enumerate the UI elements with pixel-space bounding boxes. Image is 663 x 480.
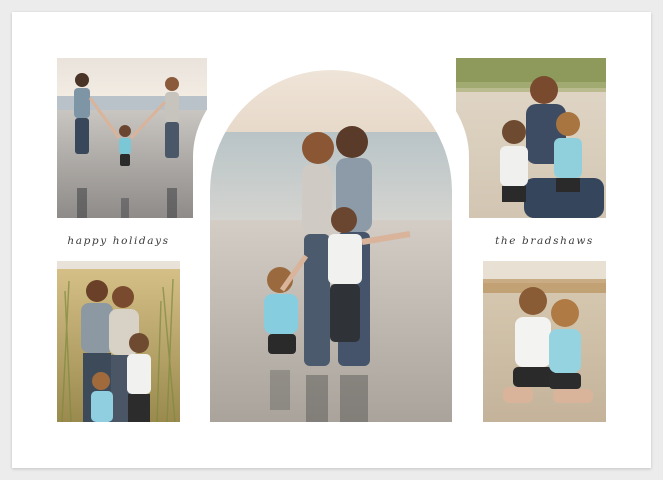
siblings-sand-photo bbox=[483, 261, 606, 422]
dune-grass-family-photo bbox=[57, 261, 180, 422]
caption-family-name: the bradshaws bbox=[495, 235, 594, 247]
kids-with-mom-photo bbox=[456, 58, 606, 218]
caption-happy-holidays: happy holidays bbox=[67, 235, 170, 247]
family-hug-arch-photo bbox=[210, 70, 452, 422]
holiday-card: happy holidays the bradshaws bbox=[12, 12, 651, 468]
beach-walk-photo bbox=[57, 58, 207, 218]
